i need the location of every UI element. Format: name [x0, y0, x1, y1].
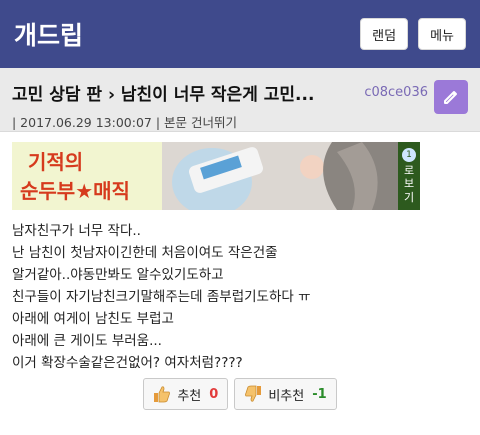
post-body-line: 알거같아..야동만봐도 알수있기도하고: [12, 267, 224, 283]
thumbs-up-icon: [154, 386, 171, 403]
upvote-label: 추천: [177, 388, 202, 404]
edit-button[interactable]: [434, 80, 468, 114]
post-body-line: 난 남친이 첫남자이긴한데 처음이여도 작은건줄: [12, 245, 278, 261]
upvote-button[interactable]: 추천 0: [143, 378, 229, 410]
banner-side-char-2: 보: [403, 177, 415, 191]
post-meta: | 2017.06.29 13:00:07 | 본문 건너뛰기: [12, 115, 238, 130]
banner-text-area: 기적의 순두부★매직: [12, 142, 162, 210]
random-button[interactable]: 랜덤: [360, 18, 409, 50]
downvote-button[interactable]: 비추천 -1: [234, 378, 337, 410]
top-navigation-bar: 개드립 랜덤 메뉴: [0, 0, 480, 68]
banner-side-tab: 1 로 보 기: [398, 142, 420, 210]
banner-line-1: 기적의: [28, 150, 84, 174]
menu-button[interactable]: 메뉴: [418, 18, 466, 50]
downvote-count: -1: [312, 386, 327, 402]
upvote-count: 0: [209, 386, 219, 402]
post-body-line: 남자친구가 너무 작다..: [12, 223, 141, 239]
banner-side-char-3: 기: [403, 190, 415, 204]
post-body-line: 이거 확장수술같은건없어? 여자처럼????: [12, 355, 243, 371]
post-body-line: 아래에 여게이 남친도 부럽고: [12, 311, 174, 327]
pencil-icon: [444, 91, 457, 104]
downvote-label: 비추천: [268, 388, 305, 404]
post-body-line: 친구들이 자기남친크기말해주는데 좀부럽기도하다 ㅠ: [12, 289, 311, 305]
top-buttons: 랜덤 메뉴: [360, 18, 466, 50]
post-author[interactable]: c08ce036: [364, 85, 428, 100]
post-body-line: 아래에 큰 게이도 부러움...: [12, 333, 162, 349]
post-header: 고민 상담 판 › 남친이 너무 작은게 고민... | 2017.06.29 …: [0, 68, 480, 132]
banner-side-char-1: 로: [403, 164, 415, 178]
banner-illustration: [162, 142, 398, 210]
post-body: 남자친구가 너무 작다.. 난 남친이 첫남자이긴한데 처음이여도 작은건줄 알…: [0, 210, 480, 374]
banner-side-number: 1: [402, 148, 416, 163]
post-title: 고민 상담 판 › 남친이 너무 작은게 고민...: [12, 85, 315, 105]
vote-area: 추천 0 비추천 -1: [0, 378, 480, 410]
thumbs-down-icon: [245, 385, 262, 402]
site-logo[interactable]: 개드립: [14, 16, 83, 52]
ad-banner[interactable]: 기적의 순두부★매직 1 로 보 기: [12, 142, 420, 210]
banner-line-2: 순두부★매직: [20, 179, 130, 203]
